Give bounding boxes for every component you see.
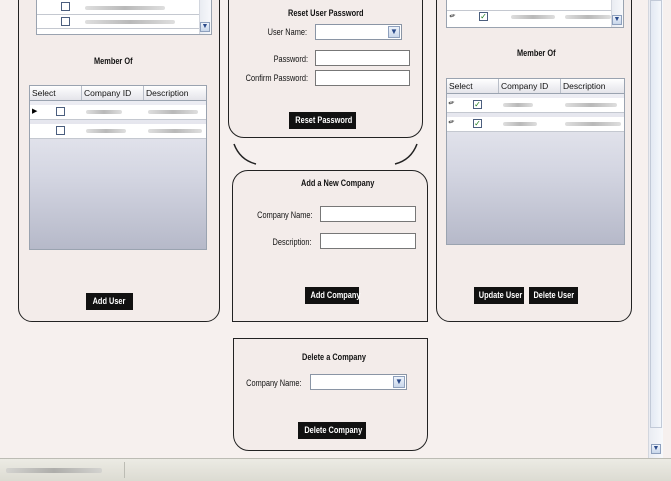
status-bar [0, 458, 671, 481]
reset-password-title: Reset User Password [288, 8, 364, 18]
left-list-checkbox-2[interactable] [61, 17, 70, 26]
delete-company-button[interactable]: Delete Company [298, 422, 366, 439]
add-company-button[interactable]: Add Company [305, 287, 361, 304]
left-row-1-checkbox[interactable] [56, 107, 65, 116]
right-grid-header-company-id[interactable]: Company ID [499, 79, 561, 93]
table-row[interactable]: ▶ [30, 105, 206, 120]
delete-user-button[interactable]: Delete User [529, 287, 578, 304]
user-name-label: User Name: [267, 27, 307, 37]
company-name-label: Company Name: [257, 210, 313, 220]
pencil-icon: ✎ [447, 98, 457, 108]
left-list-checkbox-1[interactable] [61, 2, 70, 11]
page-scrollbar[interactable]: ▼ [648, 0, 663, 458]
right-row-2-checkbox[interactable]: ✓ [473, 119, 482, 128]
status-bar-divider [124, 462, 125, 478]
password-field[interactable] [315, 50, 410, 66]
confirm-password-label: Confirm Password: [245, 73, 308, 83]
add-company-title: Add a New Company [301, 178, 375, 188]
confirm-password-field[interactable] [315, 70, 410, 86]
right-row-2-company-id [503, 122, 537, 126]
pencil-icon: ✎ [447, 117, 457, 127]
delete-company-title: Delete a Company [302, 352, 366, 362]
right-list-scrollbar[interactable]: ▼ [611, 0, 623, 27]
description-label: Description: [273, 237, 312, 247]
panel-connector [233, 143, 418, 165]
left-member-of-label: Member Of [94, 56, 133, 66]
chevron-down-icon[interactable]: ▼ [612, 15, 622, 25]
page-scrollbar-thumb[interactable] [650, 0, 662, 428]
table-row[interactable]: ✎ ✓ [447, 117, 624, 132]
delete-company-name-dropdown[interactable]: ▼ [310, 374, 407, 390]
update-user-button[interactable]: Update User [474, 287, 524, 304]
right-grid-header-description[interactable]: Description [561, 79, 624, 93]
chevron-down-icon[interactable]: ▼ [393, 376, 405, 388]
right-list-checkbox[interactable]: ✓ [479, 12, 488, 21]
table-row[interactable] [30, 124, 206, 139]
add-user-button[interactable]: Add User [86, 293, 133, 310]
user-name-dropdown[interactable]: ▼ [315, 24, 402, 40]
left-row-2-description [148, 129, 202, 133]
right-list-row-value-2 [565, 15, 611, 19]
status-bar-text [6, 468, 102, 473]
table-row[interactable]: ✎ ✓ [447, 98, 624, 113]
left-row-2-checkbox[interactable] [56, 126, 65, 135]
chevron-down-icon[interactable]: ▼ [388, 26, 400, 38]
delete-company-name-label: Company Name: [246, 378, 302, 388]
left-user-list[interactable]: ▼ [36, 0, 212, 35]
right-user-list[interactable]: ✎ ✓ ▼ [446, 0, 624, 28]
pencil-icon: ✎ [448, 11, 458, 21]
right-row-1-checkbox[interactable]: ✓ [473, 100, 482, 109]
password-label: Password: [273, 54, 308, 64]
left-grid-header-description[interactable]: Description [144, 86, 206, 100]
reset-password-button[interactable]: Reset Password [289, 112, 356, 129]
right-row-1-description [565, 103, 617, 107]
chevron-down-icon[interactable]: ▼ [200, 22, 210, 32]
right-grid-header: Select Company ID Description [447, 79, 624, 94]
left-grid-header-select[interactable]: Select [30, 86, 82, 100]
left-grid-header-company-id[interactable]: Company ID [82, 86, 144, 100]
left-list-row-2-value [85, 20, 175, 24]
right-list-row-value-1 [511, 15, 555, 19]
right-member-of-label: Member Of [517, 48, 556, 58]
right-row-1-company-id [503, 103, 533, 107]
left-grid-header: Select Company ID Description [30, 86, 206, 101]
right-grid-header-select[interactable]: Select [447, 79, 499, 93]
left-row-1-company-id [86, 110, 122, 114]
left-row-2-company-id [86, 129, 126, 133]
left-list-row-1-value [85, 6, 165, 10]
right-member-of-grid[interactable]: Select Company ID Description ✎ ✓ ✎ ✓ [446, 78, 625, 245]
description-field[interactable] [320, 233, 416, 249]
row-pointer-icon: ▶ [32, 108, 38, 115]
right-row-2-description [565, 122, 621, 126]
company-name-field[interactable] [320, 206, 416, 222]
left-row-1-description [148, 110, 198, 114]
left-list-scrollbar[interactable]: ▼ [199, 0, 211, 34]
chevron-down-icon[interactable]: ▼ [651, 444, 661, 454]
left-member-of-grid[interactable]: Select Company ID Description ▶ [29, 85, 207, 250]
